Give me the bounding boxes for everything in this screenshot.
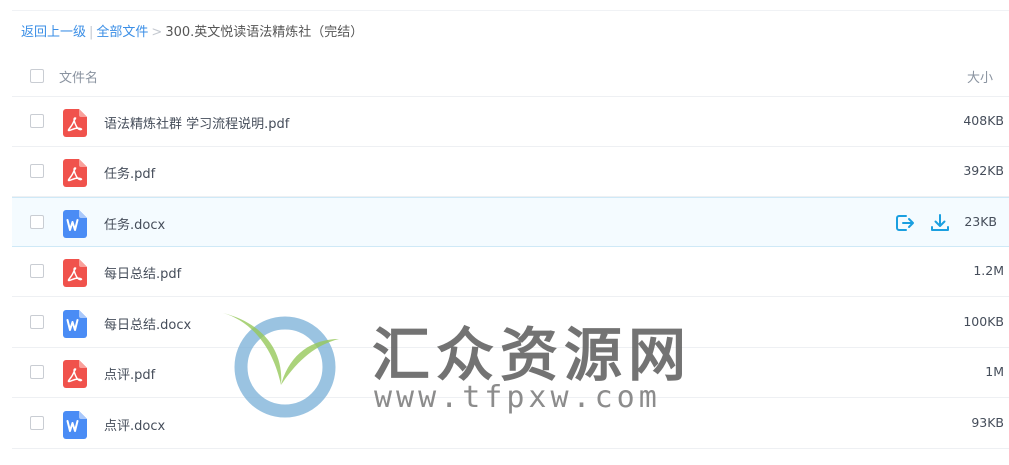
file-name[interactable]: 每日总结.pdf xyxy=(104,263,181,282)
breadcrumb-separator: | xyxy=(89,25,94,40)
column-header-size[interactable]: 大小 xyxy=(967,67,993,86)
pdf-icon xyxy=(63,259,87,287)
file-size: 93KB xyxy=(971,415,1004,430)
pdf-icon xyxy=(63,159,87,187)
table-row[interactable]: 点评.pdf 1M xyxy=(12,348,1009,398)
back-link[interactable]: 返回上一级 xyxy=(21,25,86,40)
file-size: 23KB xyxy=(964,214,997,229)
all-files-link[interactable]: 全部文件 xyxy=(96,25,148,40)
pdf-icon xyxy=(63,360,87,388)
word-icon xyxy=(63,310,87,338)
breadcrumb: 返回上一级 | 全部文件 >300.英文悦读语法精炼社（完结） xyxy=(21,24,363,42)
file-name[interactable]: 每日总结.docx xyxy=(104,314,191,333)
table-row[interactable]: 点评.docx 93KB xyxy=(12,399,1009,449)
row-checkbox[interactable] xyxy=(30,416,44,430)
table-row[interactable]: 任务.docx 23KB xyxy=(12,197,1009,247)
pdf-icon xyxy=(63,109,87,137)
word-icon xyxy=(63,210,87,238)
table-row[interactable]: 每日总结.pdf 1.2M xyxy=(12,247,1009,297)
row-checkbox[interactable] xyxy=(30,215,44,229)
file-name[interactable]: 任务.docx xyxy=(104,214,165,233)
file-size: 1M xyxy=(985,364,1004,379)
file-name[interactable]: 任务.pdf xyxy=(104,163,155,182)
file-size: 100KB xyxy=(963,314,1004,329)
file-size: 1.2M xyxy=(973,263,1004,278)
breadcrumb-separator: > xyxy=(151,25,163,40)
file-name[interactable]: 点评.docx xyxy=(104,415,165,434)
column-header-name[interactable]: 文件名 xyxy=(59,67,98,86)
file-name[interactable]: 语法精炼社群 学习流程说明.pdf xyxy=(104,113,289,132)
row-checkbox[interactable] xyxy=(30,164,44,178)
table-row[interactable]: 语法精炼社群 学习流程说明.pdf 408KB xyxy=(12,97,1009,147)
file-size: 408KB xyxy=(963,113,1004,128)
row-checkbox[interactable] xyxy=(30,264,44,278)
row-checkbox[interactable] xyxy=(30,114,44,128)
table-header: 文件名 大小 xyxy=(12,55,1009,97)
file-size: 392KB xyxy=(963,163,1004,178)
word-icon xyxy=(63,411,87,439)
current-folder: 300.英文悦读语法精炼社（完结） xyxy=(165,25,364,40)
download-icon[interactable] xyxy=(929,212,951,234)
share-icon[interactable] xyxy=(893,212,915,234)
row-checkbox[interactable] xyxy=(30,365,44,379)
table-row[interactable]: 任务.pdf 392KB xyxy=(12,147,1009,197)
select-all-checkbox[interactable] xyxy=(30,69,44,83)
file-name[interactable]: 点评.pdf xyxy=(104,364,155,383)
table-row[interactable]: 每日总结.docx 100KB xyxy=(12,298,1009,348)
top-divider xyxy=(12,10,1009,11)
row-checkbox[interactable] xyxy=(30,315,44,329)
